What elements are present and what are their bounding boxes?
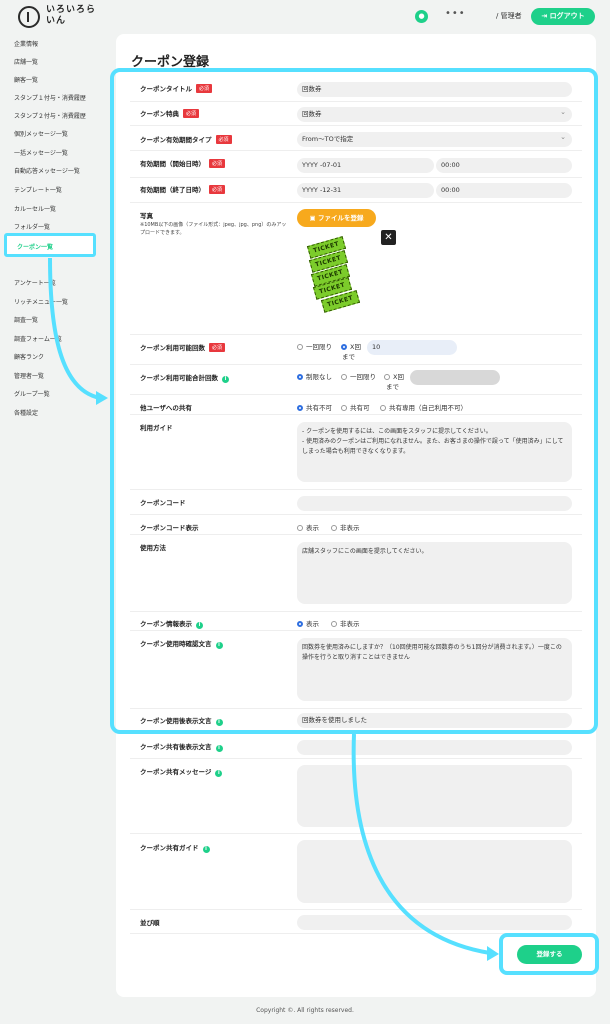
arrow-to-form bbox=[48, 257, 101, 400]
annotation-arrows bbox=[48, 257, 499, 961]
footer-copyright: Copyright ©. All rights reserved. bbox=[256, 1007, 354, 1014]
arrow-to-submit bbox=[351, 733, 491, 955]
arrow-head bbox=[96, 391, 108, 405]
arrow-head bbox=[487, 946, 499, 961]
